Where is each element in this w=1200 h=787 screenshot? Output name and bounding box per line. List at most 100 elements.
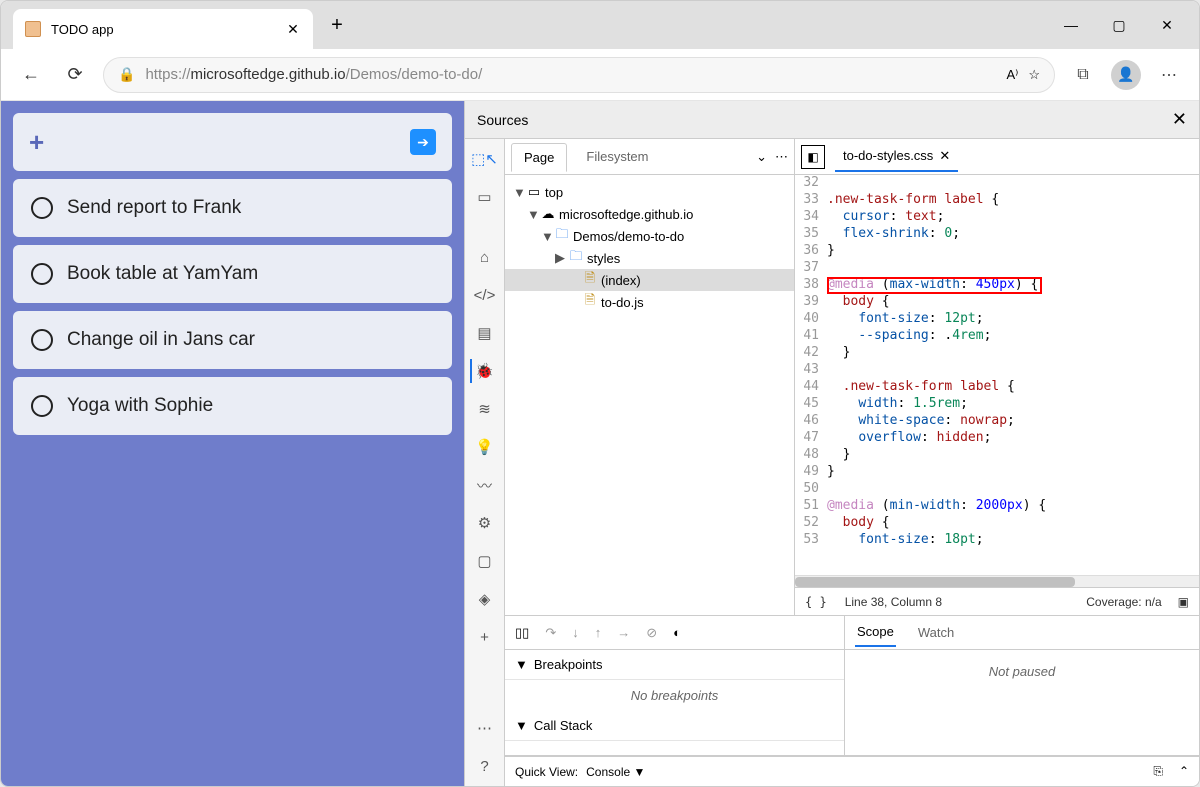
read-aloud-icon[interactable]: A⁾	[1006, 67, 1018, 83]
editor-statusbar: { } Line 38, Column 8 Coverage: n/a ▣	[795, 587, 1199, 615]
issues-icon[interactable]: ⎘	[1153, 764, 1163, 779]
scope-panel: Scope Watch Not paused	[845, 616, 1199, 755]
nav-chevron-icon[interactable]: ⌄	[756, 149, 767, 165]
tab-scope[interactable]: Scope	[855, 618, 896, 647]
pretty-print-icon[interactable]: { }	[805, 595, 827, 609]
task-row: Yoga with Sophie	[13, 377, 452, 435]
tab-title: TODO app	[51, 22, 275, 37]
quick-view-label: Quick View:	[515, 765, 578, 779]
task-label: Send report to Frank	[67, 197, 241, 219]
titlebar: TODO app ✕ + — ▢ ✕	[1, 1, 1199, 49]
deactivate-breakpoints-icon[interactable]: ⊘	[646, 625, 657, 641]
application-icon[interactable]: ⚙	[473, 511, 497, 535]
breakpoints-empty-msg: No breakpoints	[505, 680, 844, 711]
task-row: Change oil in Jans car	[13, 311, 452, 369]
tree-file-index[interactable]: 🗎(index)	[505, 269, 794, 291]
task-label: Book table at YamYam	[67, 263, 258, 285]
task-checkbox[interactable]	[31, 329, 53, 351]
dock-side-icon[interactable]: ◧	[801, 145, 825, 169]
address-bar[interactable]: 🔒 https://microsoftedge.github.io/Demos/…	[103, 57, 1055, 93]
callstack-header[interactable]: ▼Call Stack	[505, 711, 844, 741]
elements-icon[interactable]: </>	[473, 283, 497, 307]
devtools-header: Sources ✕	[465, 101, 1199, 139]
task-checkbox[interactable]	[31, 263, 53, 285]
breakpoints-header[interactable]: ▼Breakpoints	[505, 650, 844, 680]
coverage-status: Coverage: n/a	[1086, 595, 1161, 609]
browser-tab[interactable]: TODO app ✕	[13, 9, 313, 49]
editor-hscrollbar[interactable]	[795, 575, 1199, 587]
welcome-icon[interactable]: ⌂	[473, 245, 497, 269]
cursor-position: Line 38, Column 8	[845, 595, 942, 609]
step-into-icon[interactable]: ↓	[572, 625, 579, 640]
content-area: + ➔ Send report to Frank Book table at Ya…	[1, 101, 1199, 786]
profile-avatar[interactable]	[1111, 60, 1141, 90]
editor-tab[interactable]: to-do-styles.css✕	[835, 142, 958, 172]
nav-more-icon[interactable]: ⋯	[775, 149, 788, 165]
help-icon[interactable]: ?	[473, 754, 497, 778]
add-task-icon[interactable]: +	[29, 127, 44, 158]
pause-exceptions-icon[interactable]: ◐	[673, 625, 681, 640]
collections-icon[interactable]: ⧉	[1067, 59, 1099, 91]
editor-panel: ◧ to-do-styles.css✕ 3233.new-task-form l…	[795, 139, 1199, 615]
close-window-icon[interactable]: ✕	[1157, 17, 1177, 34]
lock-icon: 🔒	[118, 66, 135, 83]
new-task-form: + ➔	[13, 113, 452, 171]
task-label: Change oil in Jans car	[67, 329, 255, 351]
devtools-rail: ⬚↖ ▭ ⌂ </> ▤ 🐞 ≋ 💡 〰 ⚙ ▢ ◈ + ⋯ ?	[465, 139, 505, 786]
sources-icon[interactable]: 🐞	[470, 359, 494, 383]
browser-window: TODO app ✕ + — ▢ ✕ ← ⟳ 🔒 https://microso…	[0, 0, 1200, 787]
browser-toolbar: ← ⟳ 🔒 https://microsoftedge.github.io/De…	[1, 49, 1199, 101]
network-icon[interactable]: ≋	[473, 397, 497, 421]
step-over-icon[interactable]: ↷	[545, 625, 556, 641]
url-text: https://microsoftedge.github.io/Demos/de…	[145, 66, 996, 83]
task-row: Send report to Frank	[13, 179, 452, 237]
pause-icon[interactable]: ▯▯	[515, 625, 529, 641]
tab-watch[interactable]: Watch	[916, 619, 956, 646]
step-out-icon[interactable]: ↑	[595, 625, 602, 640]
coverage-reload-icon[interactable]: ▣	[1178, 595, 1189, 609]
menu-icon[interactable]: ⋯	[1153, 59, 1185, 91]
device-emulation-icon[interactable]: ▭	[473, 185, 497, 209]
quick-view-select[interactable]: Console ▼	[586, 765, 645, 779]
refresh-button[interactable]: ⟳	[59, 59, 91, 91]
close-editor-tab-icon[interactable]: ✕	[939, 148, 950, 164]
security-icon[interactable]: ▢	[473, 549, 497, 573]
code-editor[interactable]: 3233.new-task-form label {34 cursor: tex…	[795, 175, 1199, 575]
devtools-drawer: Quick View: Console ▼ ⎘ ⌃	[505, 756, 1199, 786]
new-tab-button[interactable]: +	[321, 9, 353, 41]
memory-icon[interactable]: 〰	[473, 473, 497, 497]
close-tab-icon[interactable]: ✕	[285, 21, 301, 37]
console-icon[interactable]: ▤	[473, 321, 497, 345]
more-tools-icon[interactable]: +	[473, 625, 497, 649]
task-checkbox[interactable]	[31, 197, 53, 219]
devtools: Sources ✕ ⬚↖ ▭ ⌂ </> ▤ 🐞 ≋ 💡 〰 ⚙ ▢	[464, 101, 1199, 786]
drawer-toggle-icon[interactable]: ⌃	[1179, 764, 1189, 779]
tree-file-todojs[interactable]: 🗎to-do.js	[505, 291, 794, 313]
file-tree: ▼▭top ▼☁microsoftedge.github.io ▼🗀Demos/…	[505, 175, 794, 615]
performance-icon[interactable]: 💡	[473, 435, 497, 459]
todo-favicon-icon	[25, 21, 41, 37]
tab-page[interactable]: Page	[511, 143, 567, 172]
debugger-panel: ▯▯ ↷ ↓ ↑ → ⊘ ◐ ▼Breakpoints No breakpoin…	[505, 616, 845, 755]
step-icon[interactable]: →	[617, 625, 630, 640]
lighthouse-icon[interactable]: ◈	[473, 587, 497, 611]
inspect-icon[interactable]: ⬚↖	[473, 147, 497, 171]
tree-domain[interactable]: ▼☁microsoftedge.github.io	[505, 203, 794, 225]
scope-not-paused-msg: Not paused	[845, 650, 1199, 755]
tree-folder-styles[interactable]: ▶🗀styles	[505, 247, 794, 269]
close-devtools-icon[interactable]: ✕	[1172, 109, 1187, 130]
sources-navigator: Page Filesystem ⌄ ⋯ ▼▭top ▼☁microsoftedg…	[505, 139, 795, 615]
tree-top[interactable]: ▼▭top	[505, 181, 794, 203]
tab-filesystem[interactable]: Filesystem	[573, 142, 661, 171]
maximize-icon[interactable]: ▢	[1109, 17, 1129, 34]
submit-task-button[interactable]: ➔	[410, 129, 436, 155]
favorite-icon[interactable]: ☆	[1028, 67, 1040, 83]
back-button[interactable]: ←	[15, 59, 47, 91]
settings-icon[interactable]: ⋯	[473, 716, 497, 740]
task-label: Yoga with Sophie	[67, 395, 213, 417]
todo-app: + ➔ Send report to Frank Book table at Ya…	[1, 101, 464, 786]
tree-folder-demos[interactable]: ▼🗀Demos/demo-to-do	[505, 225, 794, 247]
task-checkbox[interactable]	[31, 395, 53, 417]
minimize-icon[interactable]: —	[1061, 17, 1081, 34]
task-row: Book table at YamYam	[13, 245, 452, 303]
